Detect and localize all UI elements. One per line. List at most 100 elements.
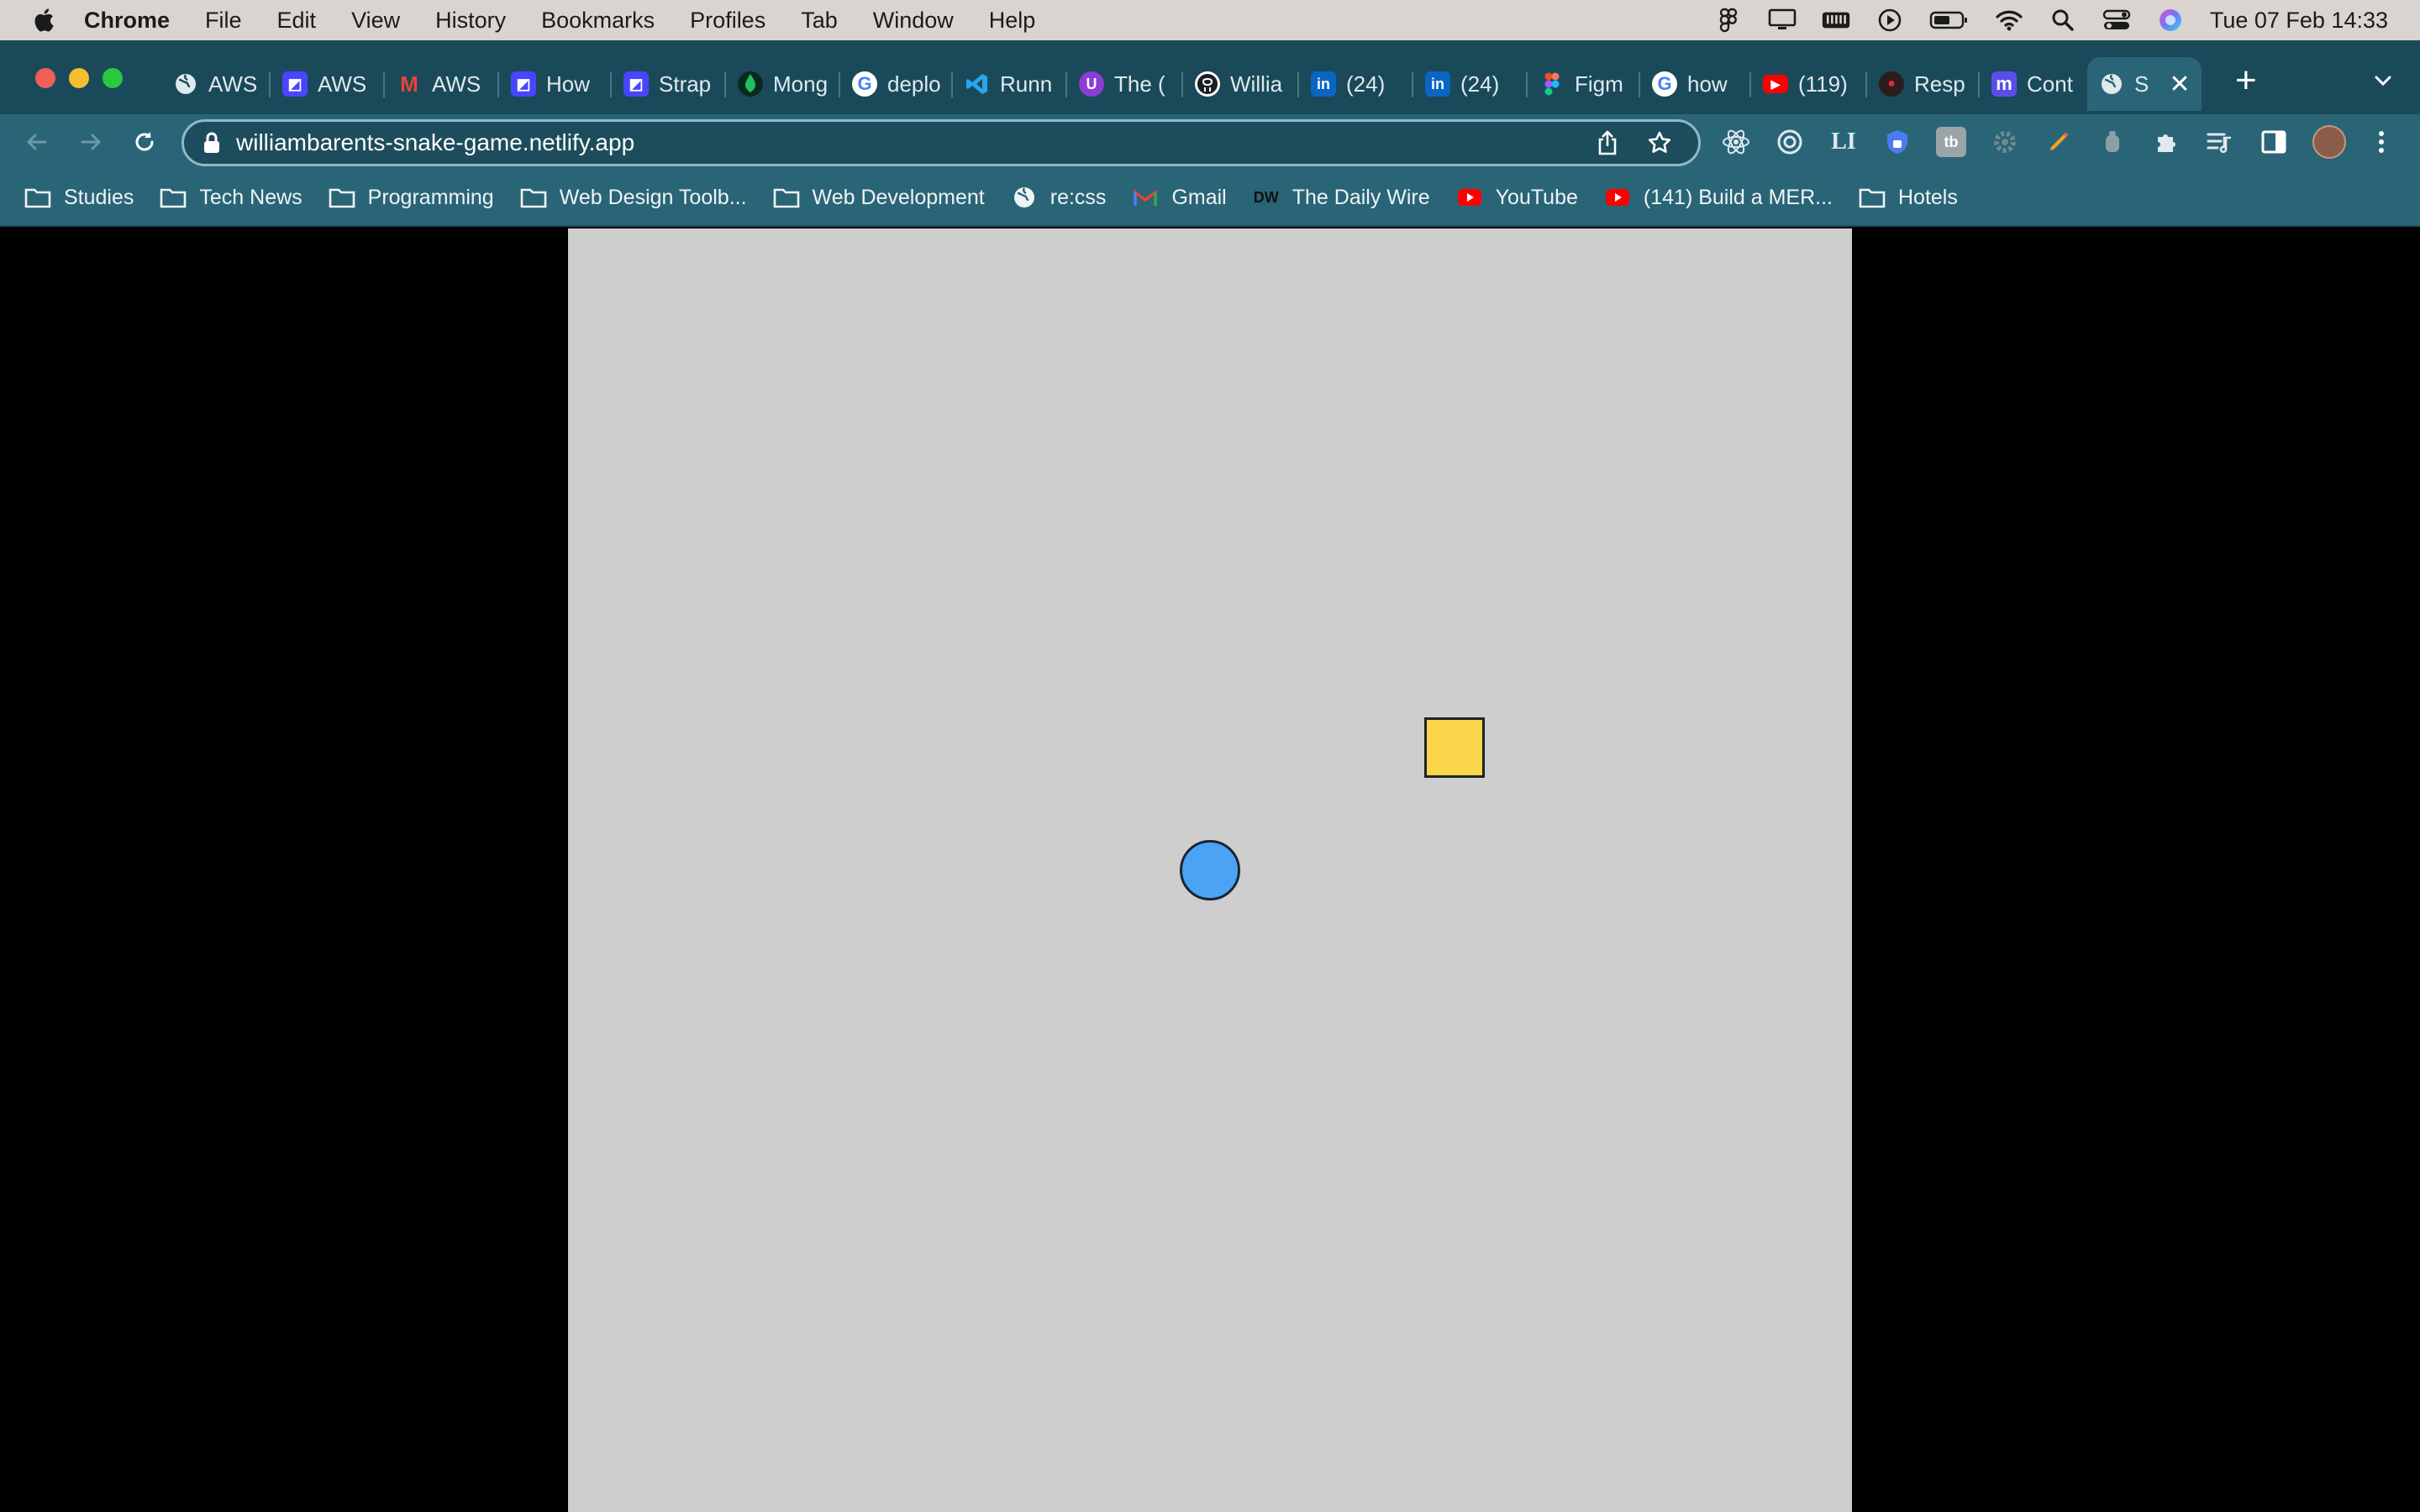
menu-help[interactable]: Help	[989, 8, 1036, 34]
menu-file[interactable]: File	[205, 8, 242, 34]
bookmark-re-css[interactable]: re:css	[1010, 186, 1106, 210]
tab-the[interactable]: U The (	[1067, 57, 1183, 111]
address-bar[interactable]	[182, 119, 1701, 166]
target-icon[interactable]	[1775, 127, 1805, 157]
bookmark-build-a-mern[interactable]: (141) Build a MER...	[1603, 186, 1833, 210]
menu-bookmarks[interactable]: Bookmarks	[541, 8, 655, 34]
bookmark-folder-programming[interactable]: Programming	[328, 186, 494, 210]
shield-lock-icon[interactable]	[1882, 127, 1912, 157]
battery-icon[interactable]	[1929, 8, 1970, 33]
bookmark-the-daily-wire[interactable]: DW The Daily Wire	[1251, 186, 1430, 210]
url-input[interactable]	[236, 129, 1594, 156]
tab-list: AWS ◩ AWS M AWS ◩ How ◩ Strap Mong G dep…	[161, 57, 2202, 114]
tab-linkedin-1[interactable]: in (24)	[1299, 57, 1413, 111]
tab-github[interactable]: Willia	[1183, 57, 1299, 111]
menu-app-name[interactable]: Chrome	[84, 8, 170, 34]
spy-icon: ●	[1879, 71, 1904, 97]
zoom-window-button[interactable]	[103, 68, 123, 88]
reload-button[interactable]	[128, 125, 161, 159]
bookmark-star-icon[interactable]	[1646, 129, 1673, 156]
globe-icon	[2099, 71, 2124, 97]
apple-menu-icon[interactable]	[32, 7, 59, 34]
close-window-button[interactable]	[35, 68, 55, 88]
bookmark-folder-web-design-toolbox[interactable]: Web Design Toolb...	[519, 186, 747, 210]
page-viewport	[0, 228, 2420, 1512]
tab-youtube[interactable]: ▶ (119)	[1751, 57, 1867, 111]
memory-icon[interactable]	[1822, 8, 1850, 33]
close-tab-icon[interactable]: ✕	[2169, 70, 2190, 99]
back-button[interactable]	[20, 125, 54, 159]
strapi-icon: ◩	[282, 71, 308, 97]
side-panel-icon[interactable]	[2259, 127, 2289, 157]
bookmark-youtube[interactable]: YouTube	[1455, 186, 1578, 210]
react-devtools-icon[interactable]	[1721, 127, 1751, 157]
bookmark-gmail[interactable]: Gmail	[1131, 186, 1227, 210]
share-icon[interactable]	[1594, 129, 1621, 156]
bookmark-label: YouTube	[1495, 185, 1578, 209]
forward-button[interactable]	[74, 125, 108, 159]
gmail-icon	[1131, 186, 1160, 209]
tab-linkedin-2[interactable]: in (24)	[1413, 57, 1528, 111]
wifi-icon[interactable]	[1995, 8, 2023, 33]
siri-icon[interactable]	[2156, 8, 2185, 33]
tab-title: Mong	[773, 71, 829, 97]
tab-running[interactable]: Runn	[953, 57, 1067, 111]
display-icon[interactable]	[1768, 8, 1797, 33]
youtube-icon: ▶	[1763, 75, 1788, 93]
tab-snake-game-active[interactable]: S ✕	[2087, 57, 2202, 111]
bookmark-folder-hotels[interactable]: Hotels	[1858, 186, 1958, 210]
reading-list-icon[interactable]	[2205, 127, 2235, 157]
youtube-icon	[1603, 186, 1632, 209]
snake-game-board[interactable]	[568, 228, 1852, 1512]
menu-edit[interactable]: Edit	[277, 8, 317, 34]
cup-icon[interactable]	[2097, 127, 2128, 157]
folder-icon	[328, 186, 356, 209]
menu-profiles[interactable]: Profiles	[690, 8, 765, 34]
tab-resp[interactable]: ● Resp	[1867, 57, 1980, 111]
profile-avatar[interactable]	[2312, 125, 2346, 159]
pencil-icon[interactable]	[2044, 127, 2074, 157]
bookmark-folder-studies[interactable]: Studies	[24, 186, 134, 210]
puzzle-icon[interactable]	[2151, 127, 2181, 157]
tab-strip: AWS ◩ AWS M AWS ◩ How ◩ Strap Mong G dep…	[0, 40, 2420, 114]
tab-cont[interactable]: m Cont	[1980, 57, 2087, 111]
tab-aws-1[interactable]: AWS	[161, 57, 271, 111]
minimize-window-button[interactable]	[69, 68, 89, 88]
tab-how[interactable]: ◩ How	[499, 57, 612, 111]
spotlight-search-icon[interactable]	[2049, 8, 2077, 33]
menu-tab[interactable]: Tab	[801, 8, 838, 34]
folder-icon	[24, 186, 52, 209]
google-icon: G	[852, 71, 877, 97]
tab-title: Cont	[2027, 71, 2073, 97]
bookmarks-bar: Studies Tech News Programming Web Design…	[0, 170, 2420, 227]
chrome-menu-icon[interactable]	[2366, 127, 2396, 157]
new-tab-button[interactable]: +	[2235, 62, 2257, 99]
tab-aws-2[interactable]: ◩ AWS	[271, 57, 385, 111]
tab-search-chevron-icon[interactable]	[2371, 69, 2395, 92]
bookmark-folder-web-development[interactable]: Web Development	[772, 186, 985, 210]
menu-bar-clock[interactable]: Tue 07 Feb 14:33	[2210, 8, 2388, 34]
tab-deploy[interactable]: G deplo	[840, 57, 953, 111]
lock-icon[interactable]	[203, 132, 221, 154]
bookmark-folder-tech-news[interactable]: Tech News	[159, 186, 302, 210]
vscode-icon	[965, 71, 990, 97]
m-icon: m	[1991, 71, 2017, 97]
menu-view[interactable]: View	[351, 8, 400, 34]
youtube-icon	[1455, 186, 1484, 209]
gear-icon[interactable]	[1990, 127, 2020, 157]
tab-figma[interactable]: Figm	[1528, 57, 1640, 111]
play-icon[interactable]	[1876, 8, 1904, 33]
figma-icon[interactable]	[1714, 8, 1743, 33]
tab-how-google[interactable]: G how	[1640, 57, 1751, 111]
tab-mongodb[interactable]: Mong	[726, 57, 840, 111]
li-extension-icon[interactable]: LI	[1828, 127, 1859, 157]
menu-window[interactable]: Window	[873, 8, 954, 34]
control-center-icon[interactable]	[2102, 8, 2131, 33]
tb-extension-icon[interactable]: tb	[1936, 127, 1966, 157]
mongodb-icon	[738, 71, 763, 97]
window-controls	[35, 68, 136, 88]
dw-icon: DW	[1251, 186, 1281, 209]
tab-aws-3[interactable]: M AWS	[385, 57, 499, 111]
tab-strapi[interactable]: ◩ Strap	[612, 57, 726, 111]
menu-history[interactable]: History	[435, 8, 506, 34]
